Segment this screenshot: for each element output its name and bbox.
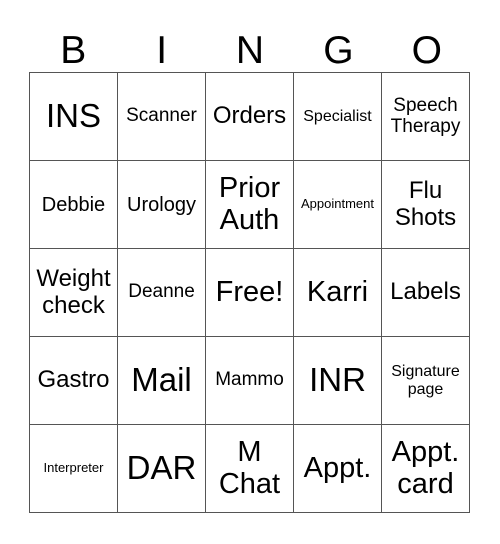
- bingo-cell[interactable]: Labels: [381, 248, 470, 337]
- bingo-cell[interactable]: Deanne: [117, 248, 206, 337]
- bingo-cell[interactable]: Specialist: [293, 72, 382, 161]
- bingo-cell[interactable]: Prior Auth: [205, 160, 294, 249]
- bingo-cell[interactable]: Karri: [293, 248, 382, 337]
- header-letter: N: [235, 29, 265, 72]
- bingo-cell[interactable]: DAR: [117, 424, 206, 513]
- header-letter: O: [411, 29, 442, 72]
- grid-row: Debbie Urology Prior Auth Appointment Fl…: [29, 160, 470, 249]
- bingo-cell[interactable]: Flu Shots: [381, 160, 470, 249]
- header-letter: B: [60, 29, 87, 72]
- bingo-cell[interactable]: Appointment: [293, 160, 382, 249]
- free-space-cell[interactable]: Free!: [205, 248, 294, 337]
- header-letter: G: [323, 29, 354, 72]
- bingo-cell[interactable]: INS: [29, 72, 118, 161]
- bingo-grid: INS Scanner Orders Specialist Speech The…: [29, 72, 470, 513]
- bingo-cell[interactable]: Mammo: [205, 336, 294, 425]
- bingo-cell[interactable]: Signature page: [381, 336, 470, 425]
- bingo-cell[interactable]: Mail: [117, 336, 206, 425]
- bingo-cell[interactable]: Orders: [205, 72, 294, 161]
- bingo-cell[interactable]: Debbie: [29, 160, 118, 249]
- header-letter: I: [156, 29, 168, 72]
- bingo-cell[interactable]: Speech Therapy: [381, 72, 470, 161]
- bingo-cell[interactable]: Appt. card: [381, 424, 470, 513]
- grid-row: Interpreter DAR M Chat Appt. Appt. card: [29, 424, 470, 513]
- bingo-cell[interactable]: Weight check: [29, 248, 118, 337]
- bingo-cell[interactable]: Gastro: [29, 336, 118, 425]
- bingo-header: B I N G O: [29, 30, 471, 72]
- bingo-cell[interactable]: Scanner: [117, 72, 206, 161]
- bingo-cell[interactable]: Urology: [117, 160, 206, 249]
- bingo-cell[interactable]: INR: [293, 336, 382, 425]
- grid-row: Weight check Deanne Free! Karri Labels: [29, 248, 470, 337]
- bingo-cell[interactable]: Interpreter: [29, 424, 118, 513]
- bingo-cell[interactable]: Appt.: [293, 424, 382, 513]
- grid-row: Gastro Mail Mammo INR Signature page: [29, 336, 470, 425]
- grid-row: INS Scanner Orders Specialist Speech The…: [29, 72, 470, 161]
- bingo-cell[interactable]: M Chat: [205, 424, 294, 513]
